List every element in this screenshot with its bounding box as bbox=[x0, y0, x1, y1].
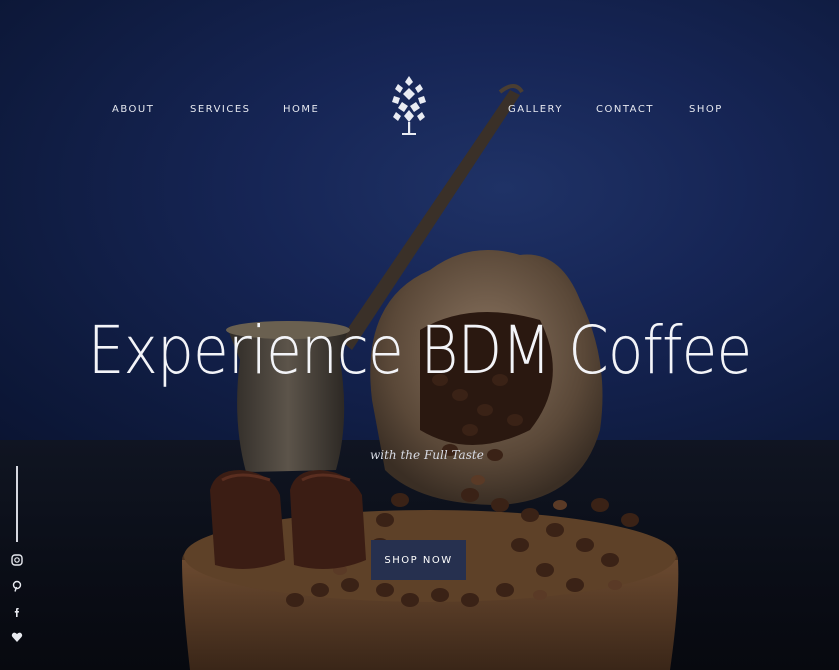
nav-shop[interactable]: SHOP bbox=[689, 104, 723, 115]
nav-contact[interactable]: CONTACT bbox=[596, 104, 654, 115]
shop-now-button[interactable]: SHOP NOW bbox=[371, 540, 466, 580]
nav-services[interactable]: SERVICES bbox=[190, 104, 251, 115]
hero-tagline: with the Full Taste bbox=[370, 448, 484, 462]
tree-logo-icon[interactable] bbox=[388, 74, 430, 140]
pinterest-icon[interactable] bbox=[10, 580, 24, 594]
hero-section: ABOUT SERVICES HOME GALLERY CONTACT SHOP… bbox=[0, 0, 839, 670]
instagram-icon[interactable] bbox=[10, 554, 24, 568]
nav-gallery[interactable]: GALLERY bbox=[508, 104, 563, 115]
heart-icon[interactable] bbox=[10, 631, 24, 645]
hero-headline: Experience BDM Coffee bbox=[87, 312, 753, 389]
side-divider bbox=[16, 466, 18, 542]
nav-home[interactable]: HOME bbox=[283, 104, 319, 115]
nav-about[interactable]: ABOUT bbox=[112, 104, 154, 115]
facebook-icon[interactable] bbox=[10, 606, 24, 620]
